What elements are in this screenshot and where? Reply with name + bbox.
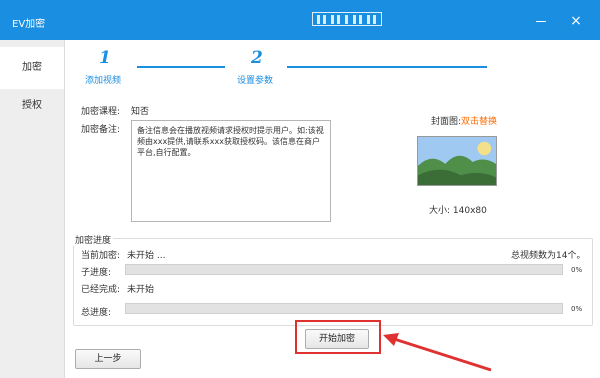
- note-textarea[interactable]: 备注信息会在播放视频请求授权时提示用户。如:该视频由xxx提供,请联系xxx获取…: [131, 120, 331, 222]
- start-encrypt-button[interactable]: 开始加密: [305, 329, 369, 349]
- progress-title: 加密进度: [73, 233, 114, 246]
- total-videos: 总视频数为14个。: [511, 251, 586, 261]
- done-value: 未开始: [127, 285, 155, 295]
- cover-label-text: 封面图:: [431, 117, 462, 127]
- cover-thumbnail[interactable]: [417, 136, 497, 186]
- total-progress-bar: [125, 303, 563, 314]
- cover-size-value: 140x80: [452, 206, 487, 216]
- title-watermark: [312, 12, 382, 26]
- cover-replace-link[interactable]: 双击替换: [461, 117, 497, 127]
- step-2-number: 2: [251, 48, 263, 68]
- previous-button[interactable]: 上一步: [75, 349, 141, 369]
- minimize-icon[interactable]: [532, 15, 550, 27]
- cover-size: 大小: 140x80: [429, 203, 487, 216]
- step-1-number: 1: [99, 48, 111, 68]
- cover-size-label: 大小:: [429, 206, 451, 216]
- cover-label: 封面图:双击替换: [431, 114, 497, 127]
- step-connector-right: [287, 66, 487, 68]
- pointer-arrow-icon: [383, 333, 492, 372]
- course-label: 加密课程:: [81, 107, 121, 117]
- close-icon[interactable]: ×: [568, 13, 584, 29]
- step-2-label: 设置参数: [237, 76, 274, 86]
- sub-progress-percent: 0%: [571, 266, 583, 274]
- done-label: 已经完成:: [81, 285, 121, 295]
- course-value: 知否: [131, 107, 150, 117]
- main-panel: 1 添加视频 2 设置参数 加密课程: 知否 加密备注: 备注信息会在播放视频请…: [64, 40, 600, 378]
- sidebar-item-authorize[interactable]: 授权: [0, 85, 64, 127]
- total-progress-label: 总进度:: [81, 308, 112, 318]
- sub-progress-bar: [125, 264, 563, 275]
- note-label: 加密备注:: [81, 125, 121, 135]
- app-title: EV加密: [12, 19, 46, 30]
- total-progress-percent: 0%: [571, 305, 583, 313]
- current-value: 未开始 ...: [127, 251, 166, 261]
- current-label: 当前加密:: [81, 251, 121, 261]
- sub-progress-label: 子进度:: [81, 268, 112, 278]
- sidebar: 加密 授权: [0, 40, 64, 378]
- step-1-label: 添加视频: [85, 76, 122, 86]
- sidebar-item-encrypt[interactable]: 加密: [0, 47, 64, 89]
- step-connector-left: [137, 66, 225, 68]
- title-bar: EV加密 ×: [0, 0, 600, 40]
